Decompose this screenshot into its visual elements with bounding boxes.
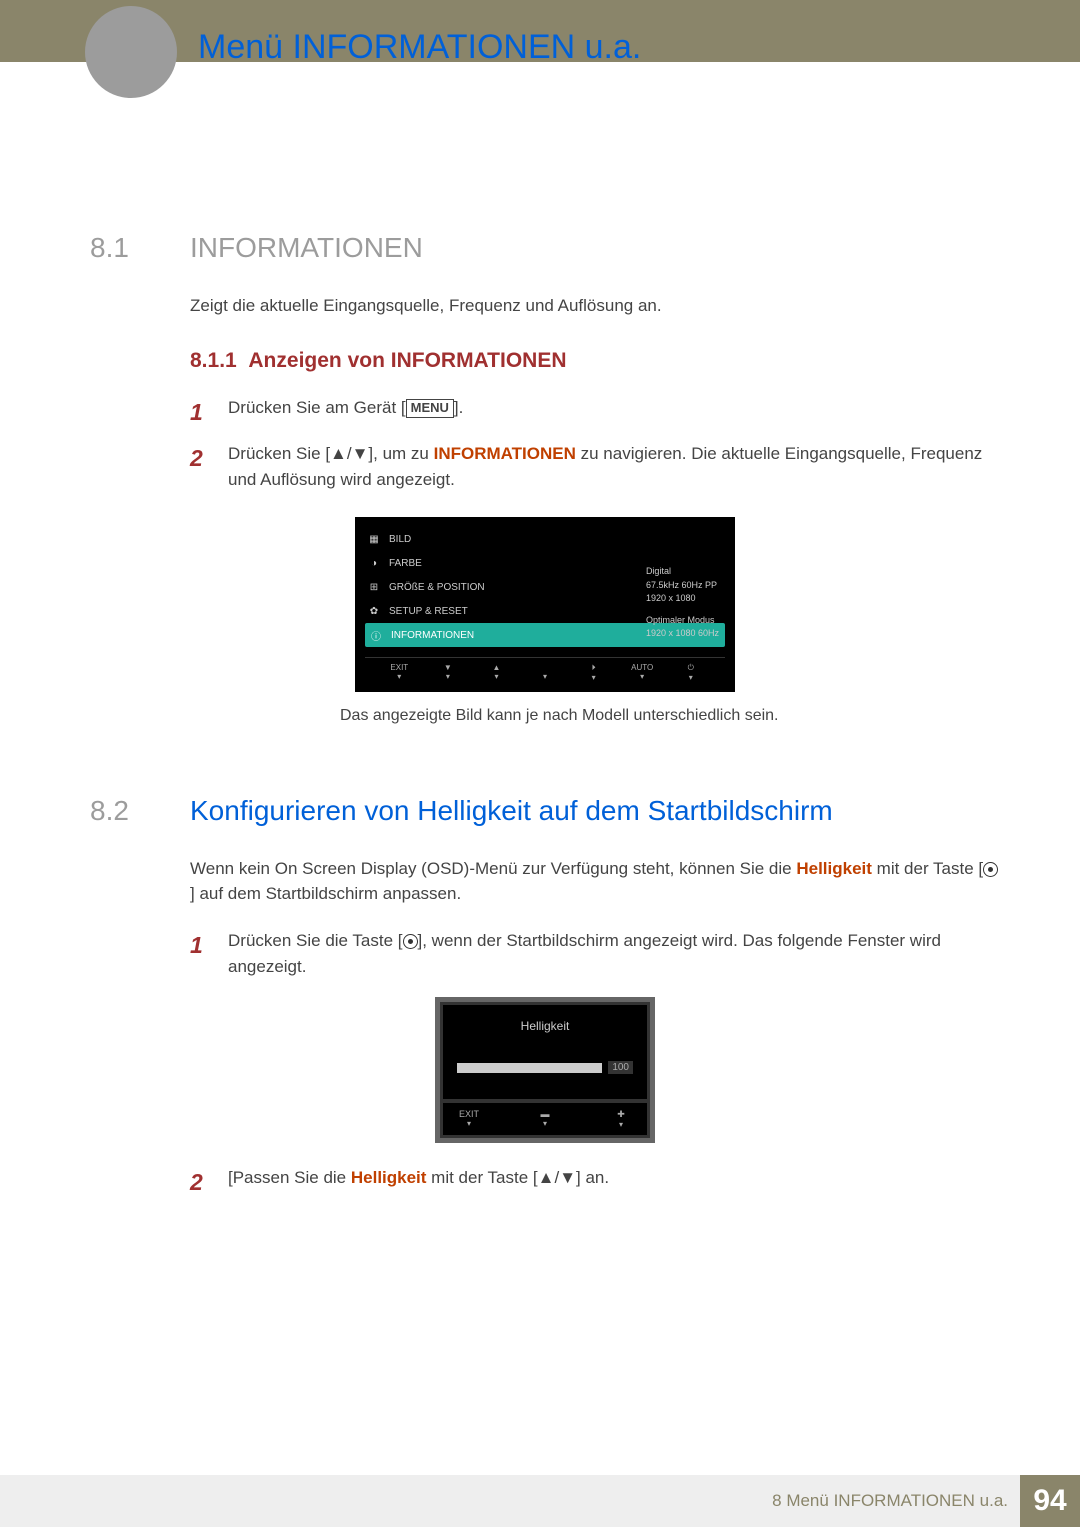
steps-list: 2 [Passen Sie die Helligkeit mit der Tas… — [190, 1165, 1000, 1200]
step-2: 2 [Passen Sie die Helligkeit mit der Tas… — [190, 1165, 1000, 1200]
step-number: 2 — [190, 441, 210, 492]
figure-caption: Das angezeigte Bild kann je nach Modell … — [340, 707, 1000, 725]
step-number: 1 — [190, 395, 210, 430]
osd-footer: EXIT▾ ▼▾ ▲▾ ▾ ⏵▾ AUTO▾ ⏻▾ — [365, 657, 725, 682]
footer-chapter-label: 8 Menü INFORMATIONEN u.a. — [772, 1491, 1008, 1511]
section-title: Konfigurieren von Helligkeit auf dem Sta… — [190, 795, 833, 827]
highlight-informationen: INFORMATIONEN — [434, 444, 576, 463]
steps-list: 1 Drücken Sie am Gerät [MENU]. 2 Drücken… — [190, 395, 1000, 493]
brightness-title: Helligkeit — [457, 1019, 633, 1033]
chapter-number-circle — [85, 6, 177, 98]
highlight-helligkeit: Helligkeit — [351, 1168, 427, 1187]
osd-info-panel: Digital 67.5kHz 60Hz PP 1920 x 1080 Opti… — [646, 565, 719, 641]
step-number: 1 — [190, 928, 210, 979]
up-down-arrows-icon: ▲/▼ — [538, 1168, 576, 1187]
section-intro: Wenn kein On Screen Display (OSD)-Menü z… — [190, 857, 1000, 906]
brightness-value: 100 — [608, 1061, 633, 1074]
step-1: 1 Drücken Sie am Gerät [MENU]. — [190, 395, 1000, 430]
step-2: 2 Drücken Sie [▲/▼], um zu INFORMATIONEN… — [190, 441, 1000, 492]
menu-button-label: MENU — [406, 399, 454, 418]
step-1: 1 Drücken Sie die Taste [], wenn der Sta… — [190, 928, 1000, 979]
up-down-arrows-icon: ▲/▼ — [330, 444, 368, 463]
page-footer: 8 Menü INFORMATIONEN u.a. 94 — [0, 1475, 1080, 1527]
picture-icon: ▦ — [367, 532, 381, 546]
brightness-slider: 100 — [457, 1061, 633, 1074]
setup-icon: ✿ — [367, 604, 381, 618]
chapter-title: Menü INFORMATIONEN u.a. — [198, 28, 641, 67]
step-number: 2 — [190, 1165, 210, 1200]
section-intro: Zeigt die aktuelle Eingangsquelle, Frequ… — [190, 294, 1000, 319]
size-icon: ⊞ — [367, 580, 381, 594]
section-title: INFORMATIONEN — [190, 232, 423, 264]
osd-footer: EXIT▾ ▬▾ ✚▾ — [443, 1102, 647, 1135]
info-icon: ⓘ — [369, 628, 383, 642]
brightness-button-icon — [983, 862, 998, 877]
color-icon: ◑ — [367, 556, 381, 570]
page-number-badge: 94 — [1020, 1475, 1080, 1527]
subsection-title: 8.1.1 Anzeigen von INFORMATIONEN — [190, 349, 1000, 373]
osd-menu-screenshot: ▦BILD ◑FARBE ⊞GRÖßE & POSITION ✿SETUP & … — [355, 517, 735, 692]
section-8-2: 8.2 Konfigurieren von Helligkeit auf dem… — [90, 795, 1000, 1200]
highlight-helligkeit: Helligkeit — [796, 859, 872, 878]
section-number: 8.1 — [90, 232, 160, 264]
brightness-button-icon — [403, 934, 418, 949]
brightness-osd-screenshot: Helligkeit 100 EXIT▾ ▬▾ ✚▾ — [435, 997, 655, 1143]
steps-list: 1 Drücken Sie die Taste [], wenn der Sta… — [190, 928, 1000, 979]
section-8-1: 8.1 INFORMATIONEN Zeigt die aktuelle Ein… — [90, 232, 1000, 725]
section-number: 8.2 — [90, 795, 160, 827]
page-content: 8.1 INFORMATIONEN Zeigt die aktuelle Ein… — [0, 62, 1080, 1200]
